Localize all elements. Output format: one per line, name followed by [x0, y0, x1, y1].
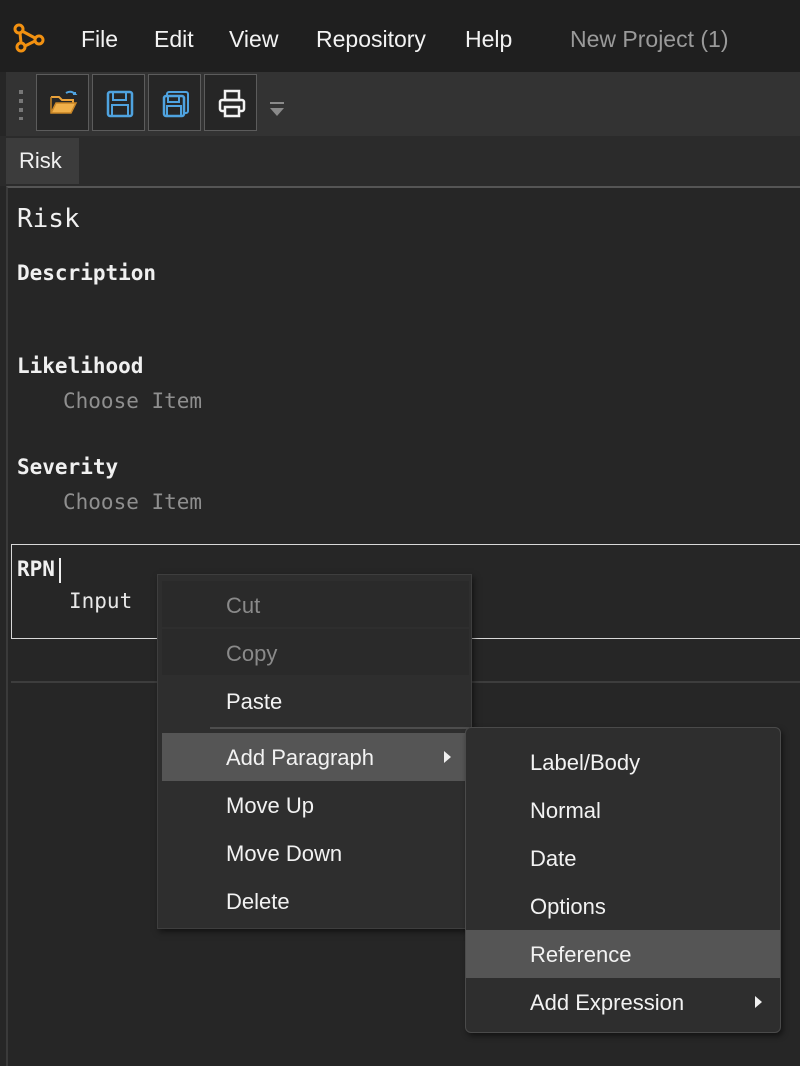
open-button[interactable] [36, 74, 89, 131]
menu-item-label: Date [530, 846, 577, 871]
menu-item-label: Move Down [226, 841, 343, 866]
toolbar-grip[interactable] [19, 90, 23, 120]
menu-item-paste[interactable]: Paste [162, 677, 469, 723]
tab-risk[interactable]: Risk [6, 138, 79, 184]
toolbar-overflow-icon[interactable] [270, 102, 284, 116]
menu-item-move-down[interactable]: Move Down [162, 829, 469, 875]
submenu-arrow-icon [755, 996, 762, 1008]
menu-item-cut[interactable]: Cut [162, 581, 469, 627]
submenu-item-normal[interactable]: Normal [466, 786, 780, 834]
menu-bar: File Edit View Repository Help New Proje… [0, 0, 800, 72]
menu-item-label: Paste [226, 689, 283, 714]
likelihood-choose-item[interactable]: Choose Item [63, 389, 202, 413]
menu-item-move-up[interactable]: Move Up [162, 781, 469, 827]
menu-item-label: Copy [226, 641, 278, 666]
menu-repository[interactable]: Repository [316, 26, 426, 53]
menu-item-label: Normal [530, 798, 601, 823]
field-label-severity: Severity [17, 455, 119, 479]
menu-file[interactable]: File [81, 26, 118, 53]
menu-view[interactable]: View [229, 26, 278, 53]
submenu-item-options[interactable]: Options [466, 882, 780, 930]
save-button[interactable] [92, 74, 145, 131]
menu-item-label: Move Up [226, 793, 315, 818]
add-paragraph-submenu: Label/Body Normal Date Options Reference… [465, 727, 781, 1033]
menu-help[interactable]: Help [465, 26, 512, 53]
print-button[interactable] [204, 74, 257, 131]
menu-item-label: Options [530, 894, 606, 919]
text-caret [59, 558, 61, 583]
field-label-description: Description [17, 261, 157, 285]
menu-item-label: Reference [530, 942, 632, 967]
field-label-rpn: RPN [17, 557, 55, 581]
menu-item-copy[interactable]: Copy [162, 629, 469, 675]
menu-item-add-paragraph[interactable]: Add Paragraph [162, 733, 469, 781]
submenu-item-label-body[interactable]: Label/Body [466, 738, 780, 786]
save-all-button[interactable] [148, 74, 201, 131]
open-folder-icon [50, 90, 78, 114]
menu-item-label: Cut [226, 593, 261, 618]
menu-item-label: Delete [226, 889, 290, 914]
submenu-arrow-icon [444, 751, 451, 763]
submenu-item-date[interactable]: Date [466, 834, 780, 882]
rpn-input[interactable]: Input [69, 589, 132, 613]
print-icon [218, 89, 246, 118]
menu-separator [210, 727, 469, 729]
field-label-likelihood: Likelihood [17, 354, 144, 378]
severity-choose-item[interactable]: Choose Item [63, 490, 202, 514]
menu-item-delete[interactable]: Delete [162, 877, 469, 923]
submenu-item-add-expression[interactable]: Add Expression [466, 978, 780, 1026]
save-icon [106, 90, 134, 118]
window-title: New Project (1) [570, 26, 729, 52]
context-menu: Cut Copy Paste Add Paragraph Move Up Mov… [157, 574, 472, 929]
graph-nodes-icon[interactable] [12, 22, 46, 54]
menu-item-label: Add Paragraph [226, 745, 374, 770]
menu-item-label: Label/Body [530, 750, 641, 775]
menu-item-label: Add Expression [530, 990, 685, 1015]
document-title: Risk [17, 204, 80, 234]
save-all-icon [162, 91, 189, 118]
toolbar [6, 72, 800, 136]
tab-strip: Risk [0, 136, 800, 186]
menu-edit[interactable]: Edit [154, 26, 194, 53]
submenu-item-reference[interactable]: Reference [466, 930, 780, 978]
